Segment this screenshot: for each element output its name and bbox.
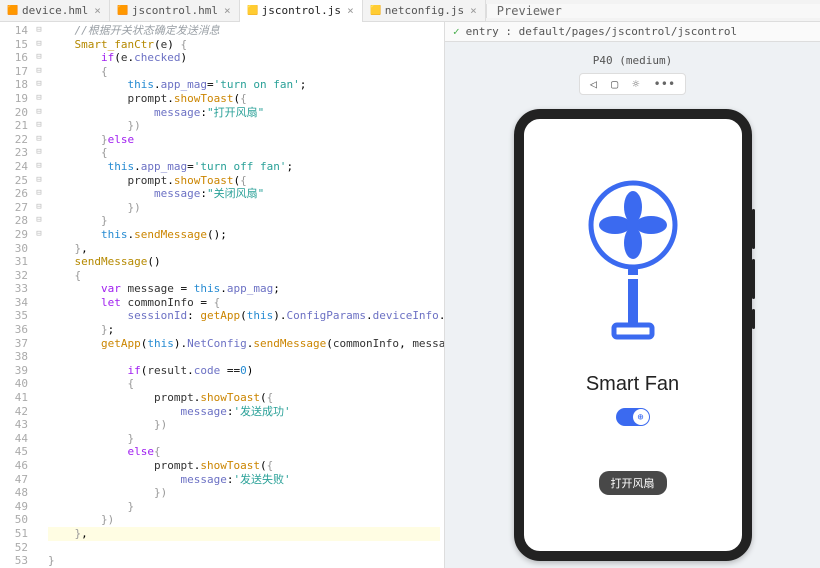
editor-tab-bar: 🟧 device.hml × 🟧 jscontrol.hml × 🟨 jscontrol.js… xyxy=(0,0,820,22)
file-type-icon: 🟧 xyxy=(118,6,128,16)
fan-icon xyxy=(578,175,688,355)
side-button-icon xyxy=(752,309,755,329)
more-icon[interactable]: ••• xyxy=(654,77,676,91)
app-screen: Smart Fan 打开风扇 xyxy=(524,119,742,551)
file-tab-label: jscontrol.hml xyxy=(132,4,218,17)
file-tab-label: jscontrol.js xyxy=(262,4,341,17)
close-icon[interactable]: × xyxy=(470,4,477,17)
brightness-icon[interactable]: ☼ xyxy=(632,77,639,91)
file-type-icon: 🟨 xyxy=(248,6,258,16)
device-frame: Smart Fan 打开风扇 xyxy=(514,109,752,561)
fold-gutter: ⊟ ⊟ ⊟ ⊟ ⊟ ⊟ ⊟ ⊟ ⊟ ⊟ ⊟ ⊟ ⊟ ⊟ ⊟ ⊟ xyxy=(34,22,44,568)
preview-toolbar: ◁ ▢ ☼ ••• xyxy=(579,73,686,95)
file-tab-label: device.hml xyxy=(22,4,88,17)
side-button-icon xyxy=(752,209,755,249)
file-tab[interactable]: 🟨 jscontrol.js × xyxy=(240,0,363,22)
breadcrumb: entry : default/pages/jscontrol/jscontro… xyxy=(466,25,738,38)
file-tab[interactable]: 🟧 device.hml × xyxy=(0,0,110,22)
device-model-label: P40 (medium) xyxy=(593,54,672,67)
preview-panel: ✓ entry : default/pages/jscontrol/jscont… xyxy=(445,22,820,568)
file-type-icon: 🟨 xyxy=(371,6,381,16)
close-icon[interactable]: × xyxy=(347,4,354,17)
side-button-icon xyxy=(752,259,755,299)
previewer-tab[interactable]: Previewer xyxy=(486,4,820,18)
app-title: Smart Fan xyxy=(586,373,679,396)
code-area[interactable]: //根据开关状态确定发送消息 Smart_fanCtr(e) { if(e.ch… xyxy=(44,22,444,568)
file-tab[interactable]: 🟨 netconfig.js × xyxy=(363,0,486,22)
close-icon[interactable]: × xyxy=(94,4,101,17)
file-tab[interactable]: 🟧 jscontrol.hml × xyxy=(110,0,240,22)
file-tab-label: netconfig.js xyxy=(385,4,464,17)
fan-toggle[interactable] xyxy=(616,408,650,426)
toast-message: 打开风扇 xyxy=(599,471,667,495)
code-editor[interactable]: 14 15 16 17 18 19 20 21 22 23 24 25 26 2… xyxy=(0,22,445,568)
preview-breadcrumb-bar: ✓ entry : default/pages/jscontrol/jscont… xyxy=(445,22,820,42)
status-ok-icon: ✓ xyxy=(453,25,460,38)
previewer-tab-label: Previewer xyxy=(497,4,562,18)
back-icon[interactable]: ◁ xyxy=(590,77,597,91)
close-icon[interactable]: × xyxy=(224,4,231,17)
line-gutter: 14 15 16 17 18 19 20 21 22 23 24 25 26 2… xyxy=(0,22,34,568)
file-type-icon: 🟧 xyxy=(8,6,18,16)
rotate-icon[interactable]: ▢ xyxy=(611,77,618,91)
